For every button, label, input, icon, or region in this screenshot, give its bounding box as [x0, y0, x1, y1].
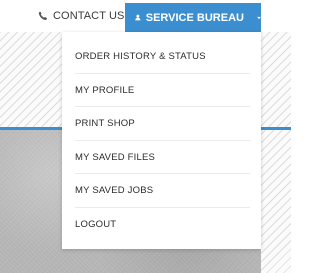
menu-item-my-saved-files[interactable]: MY SAVED FILES: [75, 141, 250, 174]
contact-us-link[interactable]: CONTACT US: [38, 0, 125, 32]
menu-item-logout[interactable]: LOGOUT: [75, 208, 250, 242]
account-menu-button[interactable]: SERVICE BUREAU: [125, 3, 261, 32]
menu-item-order-history[interactable]: ORDER HISTORY & STATUS: [75, 40, 250, 74]
menu-item-my-profile[interactable]: MY PROFILE: [75, 74, 250, 107]
contact-us-label: CONTACT US: [53, 10, 125, 22]
menu-item-my-saved-jobs[interactable]: MY SAVED JOBS: [75, 174, 250, 208]
account-dropdown-menu: ORDER HISTORY & STATUS MY PROFILE PRINT …: [62, 32, 261, 249]
phone-icon: [38, 11, 47, 21]
caret-down-icon: [256, 16, 261, 19]
user-icon: [135, 14, 141, 21]
side-background-pattern: [261, 32, 291, 273]
menu-item-print-shop[interactable]: PRINT SHOP: [75, 107, 250, 141]
account-menu-label: SERVICE BUREAU: [145, 11, 244, 24]
header-right-edge: [261, 0, 291, 32]
